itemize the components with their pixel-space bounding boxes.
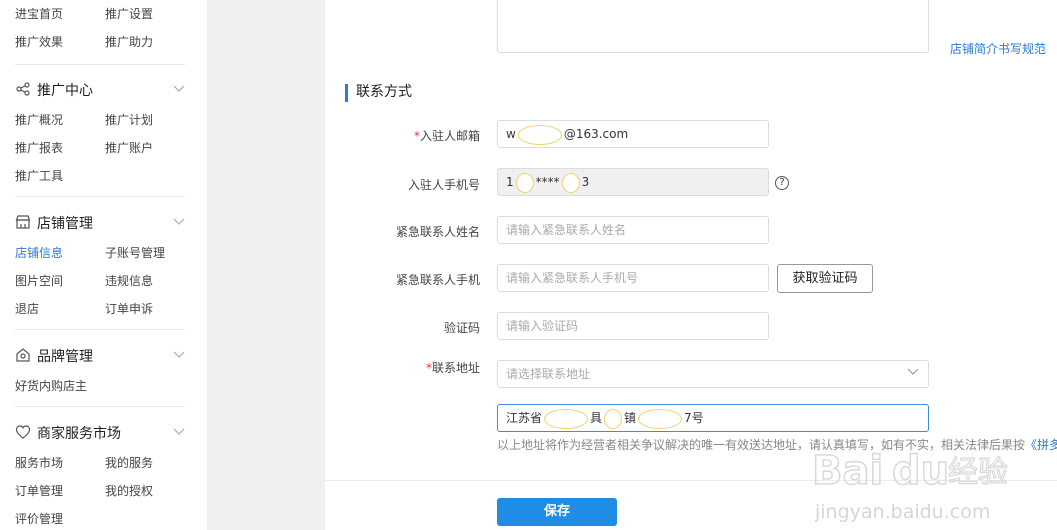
group-title: 品牌管理 [37, 349, 93, 365]
nav-item-promo-boost[interactable]: 推广助力 [105, 33, 153, 50]
nav-item-order-appeal[interactable]: 订单申诉 [105, 300, 153, 317]
store-intro-textarea[interactable] [497, 0, 929, 53]
store-intro-guide-link[interactable]: 店铺简介书写规范 [950, 40, 1046, 57]
emergency-phone-label: 紧急联系人手机 [395, 273, 480, 287]
chevron-down-icon [173, 218, 185, 225]
verification-code-label: 验证码 [443, 321, 480, 335]
emergency-name-input[interactable]: 请输入紧急联系人姓名 [497, 216, 769, 244]
group-title: 店铺管理 [37, 216, 93, 232]
redacted-mark [561, 172, 580, 193]
group-header-promo-center[interactable]: 推广中心 [0, 77, 200, 103]
chevron-down-icon [173, 428, 185, 435]
email-field[interactable]: w @163.com [497, 120, 769, 148]
nav-item-review-management[interactable]: 评价管理 [15, 510, 63, 527]
address-label: *联系地址 [425, 361, 480, 375]
nav-item-close-store[interactable]: 退店 [15, 300, 39, 317]
verification-code-input[interactable]: 请输入验证码 [497, 312, 769, 340]
redacted-mark [517, 124, 562, 145]
form-footer: 保存 [325, 480, 1057, 530]
redacted-mark [515, 172, 534, 193]
group-header-brand-management[interactable]: 品牌管理 [0, 343, 200, 369]
address-detail-input[interactable]: 江苏省具镇 7号 [497, 404, 929, 432]
emergency-phone-input[interactable]: 请输入紧急联系人手机号 [497, 264, 769, 292]
nav-item-promo-plan[interactable]: 推广计划 [105, 111, 153, 128]
email-label: *入驻人邮箱 [413, 129, 480, 143]
redacted-mark [604, 408, 623, 429]
group-title: 推广中心 [37, 83, 93, 99]
nav-item-promo-overview[interactable]: 推广概况 [15, 111, 63, 128]
emergency-name-label: 紧急联系人姓名 [395, 225, 480, 239]
sidebar-divider [15, 196, 185, 197]
group-header-merchant-services[interactable]: 商家服务市场 [0, 420, 200, 446]
nav-item-insider-shop[interactable]: 好货内购店主 [15, 377, 87, 394]
nav-item-promo-effect[interactable]: 推广效果 [15, 33, 63, 50]
nav-item-sub-accounts[interactable]: 子账号管理 [105, 244, 165, 261]
address-hint: 以上地址将作为经营者相关争议解决的唯一有效送达地址，请认真填写，如有不实，相关法… [497, 436, 1057, 453]
rules-link[interactable]: 《拼多 [1025, 438, 1057, 452]
redacted-mark [638, 408, 683, 429]
phone-field: 1 **** 3 [497, 168, 769, 196]
sidebar-divider [15, 64, 185, 65]
sidebar-divider [15, 406, 185, 407]
nav-item-image-space[interactable]: 图片空间 [15, 272, 63, 289]
get-verification-code-button[interactable]: 获取验证码 [777, 264, 873, 293]
chevron-down-icon [907, 368, 919, 375]
group-title: 商家服务市场 [37, 426, 121, 442]
nav-item-promo-settings[interactable]: 推广设置 [105, 5, 153, 22]
brand-icon [16, 348, 30, 362]
nav-item-service-market[interactable]: 服务市场 [15, 454, 63, 471]
nav-item-violations[interactable]: 违规信息 [105, 272, 153, 289]
chevron-down-icon [173, 351, 185, 358]
nav-item-home[interactable]: 进宝首页 [15, 5, 63, 22]
nav-item-store-info[interactable]: 店铺信息 [15, 244, 63, 261]
main-content: 店铺简介书写规范 联系方式 *入驻人邮箱 w @163.com 入驻人手机号 1 *… [325, 0, 1057, 480]
sidebar-divider [15, 329, 185, 330]
nav-item-my-services[interactable]: 我的服务 [105, 454, 153, 471]
nav-item-promo-account[interactable]: 推广账户 [105, 139, 153, 156]
sidebar: 进宝首页 推广设置 推广效果 推广助力 推广中心 推广概况 推广计划 推广报表 … [0, 0, 207, 530]
share-icon [16, 82, 30, 96]
phone-label: 入驻人手机号 [407, 178, 480, 192]
section-title: 联系方式 [345, 84, 412, 102]
nav-item-order-management[interactable]: 订单管理 [15, 482, 63, 499]
nav-item-my-authorizations[interactable]: 我的授权 [105, 482, 153, 499]
nav-item-promo-tools[interactable]: 推广工具 [15, 167, 63, 184]
heart-icon [15, 425, 31, 439]
chevron-down-icon [173, 85, 185, 92]
save-button[interactable]: 保存 [497, 498, 617, 526]
nav-item-promo-report[interactable]: 推广报表 [15, 139, 63, 156]
store-icon [15, 215, 31, 229]
help-icon[interactable]: ? [775, 176, 789, 190]
redacted-mark [544, 408, 589, 429]
address-select[interactable]: 请选择联系地址 [497, 360, 929, 388]
group-header-store-management[interactable]: 店铺管理 [0, 210, 200, 236]
